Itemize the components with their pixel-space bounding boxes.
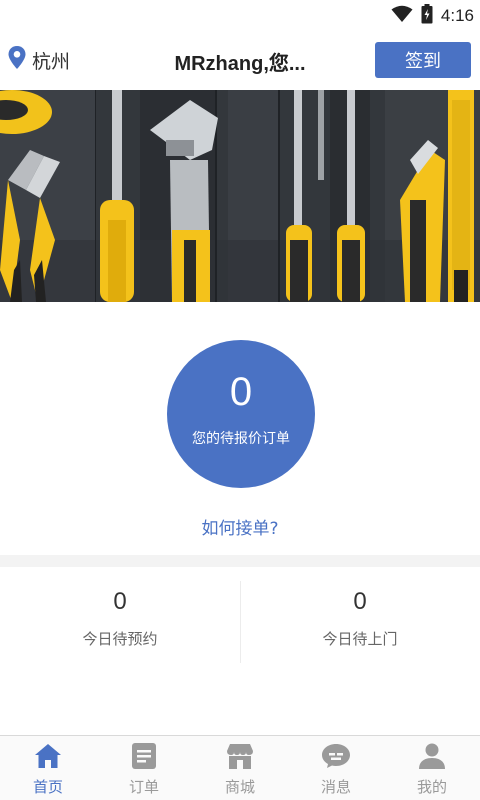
pending-count: 0	[229, 370, 253, 414]
nav-label: 我的	[416, 778, 447, 796]
battery-icon	[421, 4, 433, 28]
how-to-accept-orders-link[interactable]: 如何接单?	[0, 514, 480, 539]
stat-value: 0	[353, 588, 367, 615]
nav-item-orders[interactable]: 订单	[96, 736, 192, 800]
section-divider	[0, 555, 480, 567]
stat-label: 今日待上门	[322, 630, 398, 648]
status-time: 4:16	[440, 6, 474, 25]
order-list-icon	[129, 742, 159, 770]
home-icon	[33, 742, 63, 770]
nav-label: 订单	[128, 778, 159, 796]
nav-item-messages[interactable]: 消息	[288, 736, 384, 800]
nav-item-profile[interactable]: 我的	[384, 736, 480, 800]
nav-item-home[interactable]: 首页	[0, 736, 96, 800]
store-icon	[225, 742, 255, 770]
bottom-nav: 首页 订单 商城 消息 我的	[0, 735, 480, 800]
pending-quote-orders[interactable]: 0 您的待报价订单	[167, 340, 315, 488]
stat-today-to-schedule[interactable]: 0 今日待预约	[0, 567, 240, 667]
nav-item-store[interactable]: 商城	[192, 736, 288, 800]
today-stats: 0 今日待预约 0 今日待上门	[0, 567, 480, 735]
stat-value: 0	[113, 588, 127, 615]
status-bar: 4:16	[0, 0, 480, 32]
nav-label: 消息	[320, 778, 351, 796]
pending-label: 您的待报价订单	[192, 431, 290, 447]
nav-label: 商城	[224, 778, 255, 796]
header: 杭州 MRzhang,您... 签到	[0, 32, 480, 90]
stat-label: 今日待预约	[82, 630, 158, 648]
profile-icon	[417, 742, 447, 770]
wifi-icon	[391, 5, 413, 27]
stat-today-to-visit[interactable]: 0 今日待上门	[240, 567, 480, 667]
banner-image[interactable]	[0, 90, 480, 302]
nav-label: 首页	[32, 778, 63, 796]
message-icon	[321, 742, 351, 770]
signin-button[interactable]: 签到	[375, 42, 471, 78]
status-icons: 4:16	[391, 4, 474, 28]
toolbox-tools-photo	[0, 90, 480, 302]
